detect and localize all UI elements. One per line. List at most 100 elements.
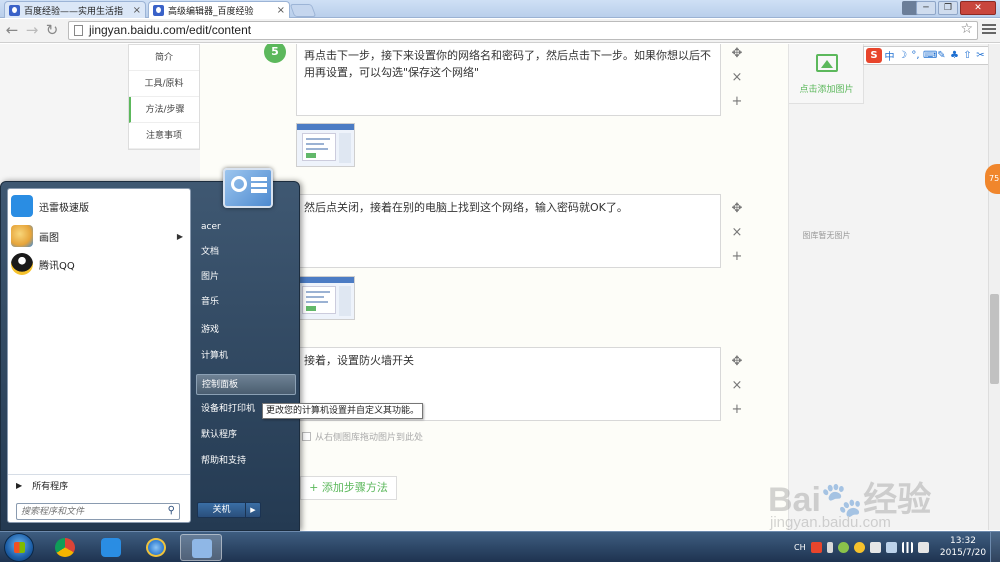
- control-panel-icon: [192, 539, 212, 558]
- close-window-button[interactable]: ✕: [960, 1, 996, 15]
- drag-hint-text: 从右侧图库拖动图片到此处: [315, 433, 424, 443]
- start-item-default-programs[interactable]: 默认程序: [196, 425, 296, 446]
- delete-icon[interactable]: ×: [730, 221, 744, 245]
- scrollbar-thumb[interactable]: [990, 294, 999, 384]
- paint-palette-icon: [11, 225, 33, 247]
- add-icon[interactable]: +: [730, 398, 744, 422]
- gear-icon: [231, 176, 247, 192]
- monitor-tray-icon[interactable]: [885, 542, 897, 553]
- delete-icon[interactable]: ×: [730, 66, 744, 90]
- start-item-help-support[interactable]: 帮助和支持: [196, 451, 296, 472]
- page-scrollbar[interactable]: [988, 44, 1000, 530]
- taskbar-control-panel[interactable]: [180, 534, 222, 561]
- forward-arrow-icon[interactable]: →: [24, 22, 40, 39]
- bird-icon: [11, 195, 33, 217]
- program-paint[interactable]: 画图 ▶: [11, 222, 187, 250]
- minimize-button[interactable]: ─: [916, 1, 936, 15]
- nav-notes[interactable]: 注意事项: [129, 123, 199, 149]
- taskbar-ie[interactable]: [135, 534, 177, 561]
- submenu-arrow-icon[interactable]: ▶: [177, 232, 183, 241]
- program-thunder[interactable]: 迅雷极速版: [11, 192, 187, 220]
- all-programs-button[interactable]: ▶ 所有程序: [8, 474, 190, 496]
- start-search-box[interactable]: ⚲: [16, 503, 180, 520]
- punctuation-icon[interactable]: °,: [910, 50, 921, 61]
- step-controls: ✥ × +: [730, 350, 744, 422]
- bookmark-star-icon[interactable]: ☆: [960, 21, 973, 37]
- start-item-computer[interactable]: 计算机: [196, 346, 296, 367]
- maximize-button[interactable]: ❐: [938, 1, 958, 15]
- start-item-documents[interactable]: 文档: [196, 242, 296, 263]
- tab-close-icon[interactable]: ×: [277, 5, 285, 16]
- keyboard-icon[interactable]: ⌨: [923, 50, 937, 61]
- start-button[interactable]: [4, 533, 34, 562]
- skin-icon[interactable]: ♣: [949, 50, 960, 61]
- tab-close-icon[interactable]: ×: [133, 5, 141, 16]
- move-icon[interactable]: ✥: [730, 350, 744, 374]
- start-search-input[interactable]: [21, 505, 159, 518]
- sogou-logo-icon[interactable]: S: [866, 48, 882, 63]
- all-programs-label: 所有程序: [32, 482, 69, 492]
- system-clock[interactable]: 13:32 2015/7/20: [938, 535, 988, 559]
- language-indicator[interactable]: CH: [794, 543, 806, 552]
- start-item-user[interactable]: acer: [196, 217, 296, 238]
- step-number-badge: 5: [264, 44, 286, 63]
- add-icon[interactable]: +: [730, 245, 744, 269]
- user-account-picture[interactable]: [223, 168, 273, 208]
- ime-chinese-mode[interactable]: 中: [884, 48, 895, 63]
- qq-tray-icon[interactable]: [853, 542, 865, 553]
- program-qq[interactable]: 腾讯QQ: [11, 250, 187, 278]
- penguin-icon: [11, 253, 33, 275]
- show-desktop-button[interactable]: [990, 532, 1000, 562]
- handwriting-icon[interactable]: ✎: [936, 50, 947, 61]
- shutdown-label: 关机: [198, 503, 246, 517]
- taskbar-chrome[interactable]: [44, 534, 86, 561]
- add-image-button[interactable]: 点击添加图片: [789, 44, 864, 104]
- start-item-control-panel[interactable]: 控制面板: [196, 374, 296, 395]
- flag-tray-icon[interactable]: [869, 542, 881, 553]
- step-text-box[interactable]: 然后点关闭，接着在别的电脑上找到这个网络，输入密码就OK了。: [296, 194, 721, 268]
- add-picture-icon: [816, 54, 838, 72]
- tray-expand-icon[interactable]: [826, 542, 833, 553]
- move-icon[interactable]: ✥: [730, 197, 744, 221]
- image-placeholder-icon: [302, 432, 311, 441]
- add-image-label: 点击添加图片: [799, 85, 854, 95]
- floating-badge[interactable]: 75: [985, 164, 1000, 194]
- step-image-thumbnail[interactable]: [296, 123, 355, 167]
- moon-icon[interactable]: ☽: [897, 50, 908, 61]
- move-icon[interactable]: ✥: [730, 44, 744, 66]
- add-icon[interactable]: +: [730, 90, 744, 114]
- nav-tools[interactable]: 工具/原料: [129, 71, 199, 97]
- start-item-music[interactable]: 音乐: [196, 292, 296, 313]
- network-signal-icon[interactable]: [901, 542, 913, 553]
- security-tray-icon[interactable]: [837, 542, 849, 553]
- start-item-pictures[interactable]: 图片: [196, 267, 296, 288]
- shutdown-button[interactable]: 关机 ▶: [197, 502, 261, 518]
- new-tab-button[interactable]: [289, 4, 317, 17]
- search-icon[interactable]: ⚲: [168, 505, 175, 516]
- tab-advanced-editor[interactable]: 高级编辑器_百度经验 ×: [148, 1, 290, 18]
- sogou-tray-icon[interactable]: [810, 542, 822, 553]
- step-text-box[interactable]: 再点击下一步，接下来设置你的网络名和密码了，然后点击下一步。如果你想以后不用再设…: [296, 44, 721, 116]
- taskbar-thunder[interactable]: [90, 534, 132, 561]
- shutdown-options-arrow-icon[interactable]: ▶: [246, 503, 260, 517]
- sogou-ime-toolbar: S 中 ☽ °, ⌨ ✎ ♣ ⇧ ✂: [863, 46, 999, 65]
- baidu-paw-icon: [153, 4, 164, 16]
- step-image-thumbnail[interactable]: [296, 276, 355, 320]
- shirt-icon[interactable]: ⇧: [962, 50, 973, 61]
- start-menu-programs-pane: 迅雷极速版 画图 ▶ 腾讯QQ ▶ 所有程序 ⚲: [7, 188, 191, 523]
- add-step-button[interactable]: + 添加步骤方法: [300, 476, 397, 500]
- triangle-right-icon: ▶: [16, 481, 23, 490]
- tools-icon[interactable]: ✂: [975, 50, 986, 61]
- reload-icon[interactable]: ↻: [44, 22, 60, 39]
- start-item-games[interactable]: 游戏: [196, 320, 296, 341]
- volume-icon[interactable]: [917, 542, 929, 553]
- program-label: 腾讯QQ: [39, 260, 75, 272]
- baidu-paw-icon: [9, 4, 20, 16]
- nav-steps[interactable]: 方法/步骤: [129, 97, 199, 123]
- tab-baidu-jingyan-home[interactable]: 百度经验——实用生活指 ×: [4, 1, 146, 18]
- back-arrow-icon[interactable]: ←: [4, 22, 20, 39]
- nav-intro[interactable]: 简介: [129, 45, 199, 71]
- delete-icon[interactable]: ×: [730, 374, 744, 398]
- chrome-menu-icon[interactable]: [982, 22, 996, 38]
- address-bar[interactable]: jingyan.baidu.com/edit/content ☆: [68, 21, 978, 40]
